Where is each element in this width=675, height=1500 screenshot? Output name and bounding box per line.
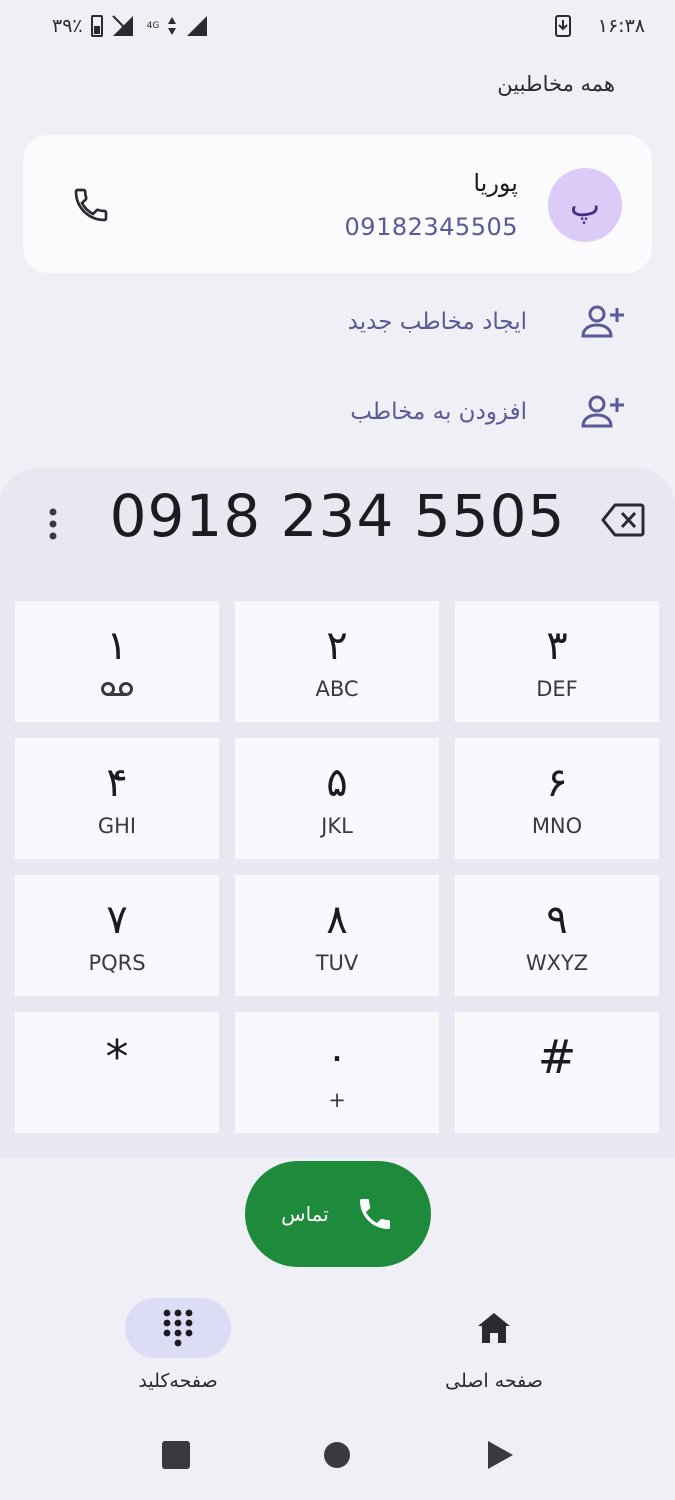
battery-icon — [90, 15, 103, 37]
home-icon — [478, 1313, 510, 1343]
home-button[interactable] — [317, 1430, 357, 1480]
key-3[interactable]: ۳ DEF — [455, 601, 659, 722]
signal-icon — [111, 15, 133, 36]
keypad-grid: ۱ ۲ ABC ۳ DEF ۴ GHI ۵ JKL ۶ MNO ۷ PQRS ۸… — [15, 601, 659, 1133]
keypad-pill — [125, 1298, 231, 1358]
key-digit: # — [537, 1029, 577, 1084]
key-6[interactable]: ۶ MNO — [455, 738, 659, 859]
key-1[interactable]: ۱ — [15, 601, 219, 722]
triangle-icon — [488, 1441, 513, 1469]
key-letters: TUV — [315, 950, 359, 975]
key-digit: ۶ — [546, 759, 568, 806]
key-7[interactable]: ۷ PQRS — [15, 875, 219, 996]
signal-icon-2 — [187, 16, 208, 36]
key-letters: MNO — [531, 813, 583, 838]
key-digit: ۸ — [326, 896, 348, 943]
status-bar: ۳۹٪ 4G ۱۶:۳۸ — [0, 0, 675, 52]
battery-percent: ۳۹٪ — [52, 15, 83, 37]
add-person-icon — [581, 395, 624, 428]
contact-name: پوریا — [473, 169, 518, 197]
key-letters: + — [328, 1087, 346, 1112]
home-pill — [441, 1298, 547, 1358]
clock: ۱۶:۳۸ — [597, 15, 645, 37]
key-4[interactable]: ۴ GHI — [15, 738, 219, 859]
create-contact-label: ایجاد مخاطب جدید — [347, 309, 527, 335]
contact-number: 09182345505 — [344, 213, 518, 241]
key-digit: ۳ — [546, 622, 568, 669]
recents-button[interactable] — [156, 1430, 196, 1480]
key-digit: * — [105, 1029, 129, 1084]
key-digit: ۹ — [546, 896, 568, 943]
data-arrows-icon — [168, 17, 177, 35]
key-hash[interactable]: # — [455, 1012, 659, 1133]
phone-icon — [359, 1199, 390, 1229]
add-person-icon — [581, 305, 624, 338]
key-8[interactable]: ۸ TUV — [235, 875, 439, 996]
network-type: 4G — [146, 21, 160, 31]
key-letters: JKL — [321, 813, 353, 838]
key-digit: ۲ — [326, 622, 348, 669]
key-digit: ۷ — [106, 896, 128, 943]
add-to-contact-row[interactable]: افزودن به مخاطب — [350, 392, 625, 432]
key-9[interactable]: ۹ WXYZ — [455, 875, 659, 996]
section-title: همه مخاطبین — [497, 72, 615, 96]
back-button[interactable] — [480, 1430, 520, 1480]
create-contact-row[interactable]: ایجاد مخاطب جدید — [348, 302, 625, 342]
key-digit: ۵ — [326, 759, 348, 806]
nav-keypad[interactable]: صفحه‌کلید — [68, 1298, 288, 1392]
key-letters: ABC — [315, 676, 359, 701]
key-digit: ۱ — [106, 622, 128, 669]
key-letters: DEF — [536, 676, 578, 701]
contact-card[interactable]: پ پوریا 09182345505 — [23, 135, 652, 273]
dialed-number[interactable]: 0918 234 5505 — [0, 482, 675, 550]
add-to-contact-label: افزودن به مخاطب — [350, 399, 527, 425]
nav-keypad-label: صفحه‌کلید — [138, 1370, 218, 1392]
avatar: پ — [548, 168, 622, 242]
key-digit: ۴ — [106, 759, 128, 806]
dialpad: 0918 234 5505 ۱ ۲ ABC ۳ DEF ۴ GHI ۵ JKL … — [0, 468, 675, 1158]
call-button-label: تماس — [281, 1202, 329, 1226]
call-button[interactable]: تماس — [245, 1161, 431, 1267]
backspace-icon[interactable] — [601, 502, 645, 538]
key-letters: PQRS — [88, 950, 146, 975]
key-0[interactable]: ۰ + — [235, 1012, 439, 1133]
bottom-nav: صفحه‌کلید صفحه اصلی — [0, 1298, 675, 1408]
key-digit: ۰ — [326, 1033, 348, 1080]
download-icon — [554, 15, 571, 37]
key-5[interactable]: ۵ JKL — [235, 738, 439, 859]
square-icon — [162, 1441, 190, 1469]
key-2[interactable]: ۲ ABC — [235, 601, 439, 722]
voicemail-icon — [100, 676, 134, 702]
system-nav — [0, 1430, 675, 1480]
key-letters: WXYZ — [525, 950, 589, 975]
nav-home[interactable]: صفحه اصلی — [384, 1298, 604, 1392]
dialpad-icon — [163, 1309, 193, 1347]
key-letters: GHI — [97, 813, 137, 838]
key-star[interactable]: * — [15, 1012, 219, 1133]
circle-icon — [324, 1442, 350, 1468]
status-right: ۱۶:۳۸ — [554, 14, 645, 38]
status-left: ۳۹٪ 4G — [52, 14, 209, 38]
nav-home-label: صفحه اصلی — [445, 1370, 543, 1392]
phone-icon[interactable] — [71, 185, 111, 225]
